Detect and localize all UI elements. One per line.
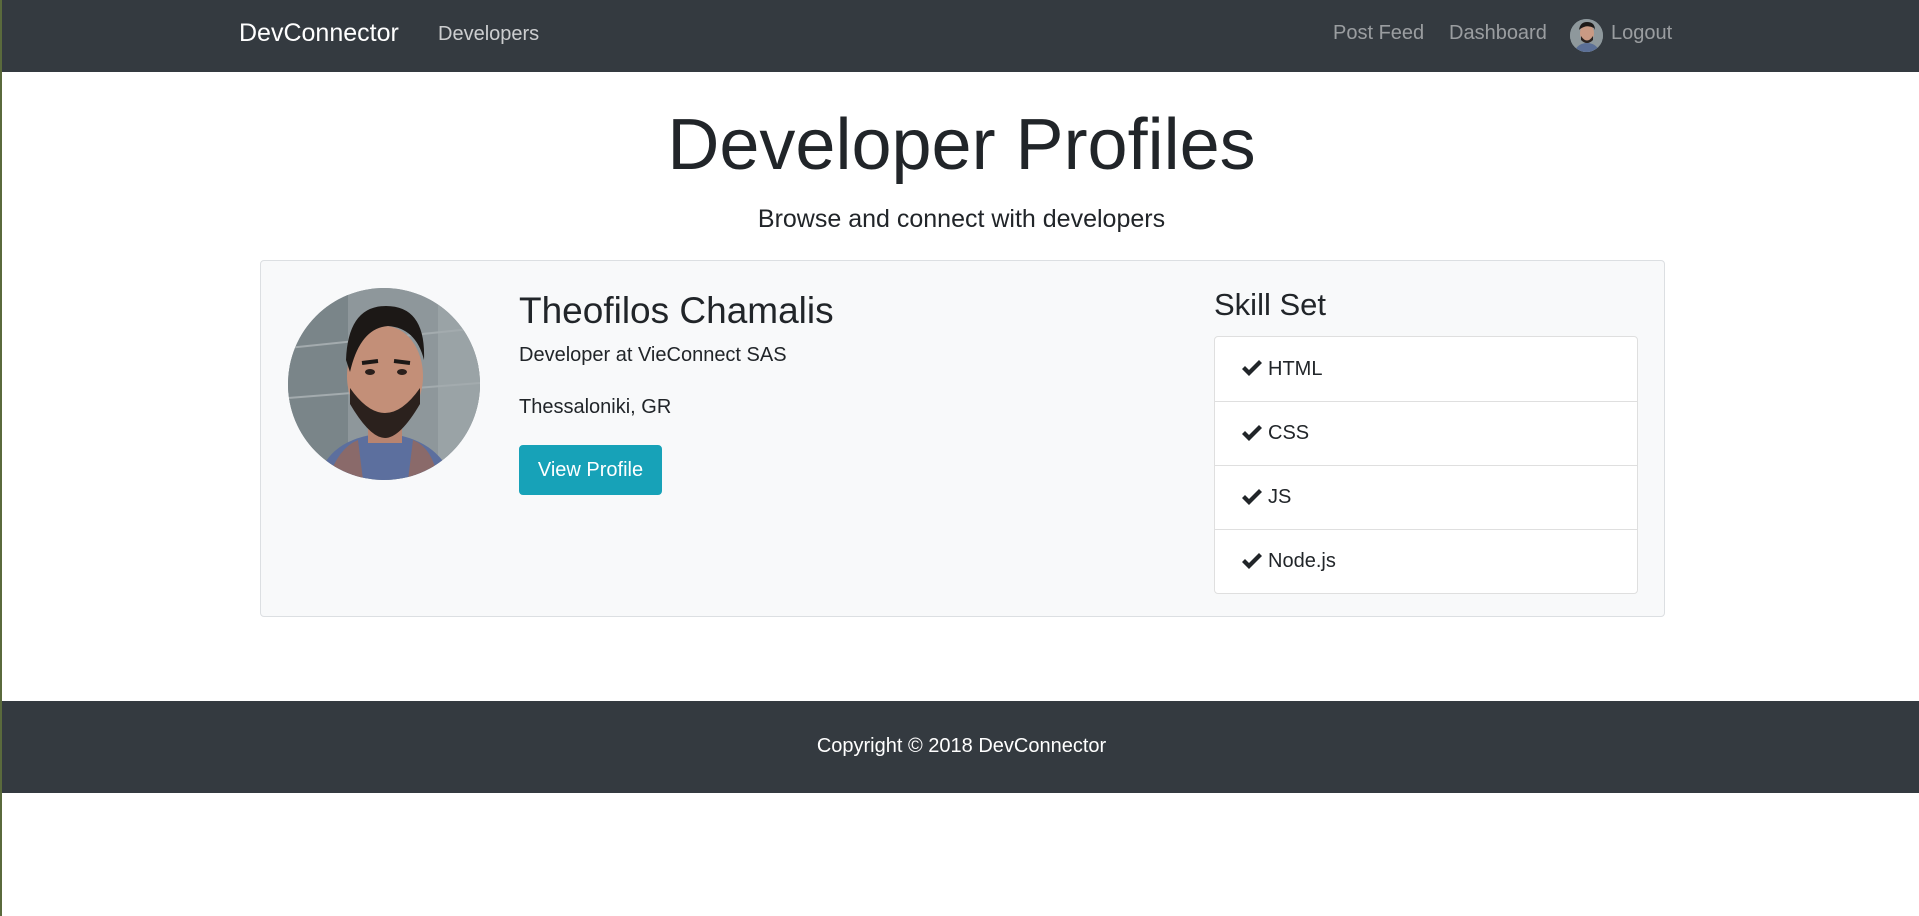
nav-developers-link[interactable]: Developers bbox=[438, 23, 539, 46]
skill-set-title: Skill Set bbox=[1214, 287, 1326, 322]
skill-item: HTML bbox=[1215, 337, 1637, 401]
page-subtitle: Browse and connect with developers bbox=[757, 205, 1166, 233]
top-navbar: DevConnector Developers Post Feed Dashbo… bbox=[2, 0, 1919, 72]
skill-label: HTML bbox=[1268, 357, 1323, 380]
nav-logout-link[interactable]: Logout bbox=[1611, 22, 1672, 45]
view-profile-button[interactable]: View Profile bbox=[519, 445, 662, 495]
skill-list: HTML CSS JS Node.js bbox=[1214, 336, 1638, 594]
user-avatar-icon bbox=[1570, 19, 1603, 52]
footer: Copyright © 2018 DevConnector bbox=[2, 701, 1919, 793]
brand-link[interactable]: DevConnector bbox=[239, 19, 399, 48]
profile-name: Theofilos Chamalis bbox=[519, 290, 834, 331]
skill-label: Node.js bbox=[1268, 550, 1336, 572]
footer-copyright: Copyright © 2018 DevConnector bbox=[816, 735, 1107, 757]
profile-job: Developer at VieConnect SAS bbox=[519, 344, 787, 366]
profile-avatar bbox=[288, 288, 480, 480]
skill-item: Node.js bbox=[1215, 529, 1637, 593]
page-title: Developer Profiles bbox=[667, 105, 1256, 185]
profile-location: Thessaloniki, GR bbox=[519, 396, 672, 418]
check-icon bbox=[1242, 360, 1262, 376]
nav-dashboard-link[interactable]: Dashboard bbox=[1449, 22, 1547, 45]
nav-post-feed-link[interactable]: Post Feed bbox=[1333, 22, 1424, 45]
check-icon bbox=[1242, 488, 1262, 505]
skill-item: CSS bbox=[1215, 401, 1637, 465]
skill-label: JS bbox=[1268, 486, 1292, 508]
check-icon bbox=[1242, 424, 1262, 441]
skill-item: JS bbox=[1215, 465, 1637, 529]
check-icon bbox=[1242, 552, 1262, 569]
profile-card: Theofilos Chamalis Developer at VieConne… bbox=[260, 260, 1665, 617]
skill-label: CSS bbox=[1268, 422, 1310, 444]
